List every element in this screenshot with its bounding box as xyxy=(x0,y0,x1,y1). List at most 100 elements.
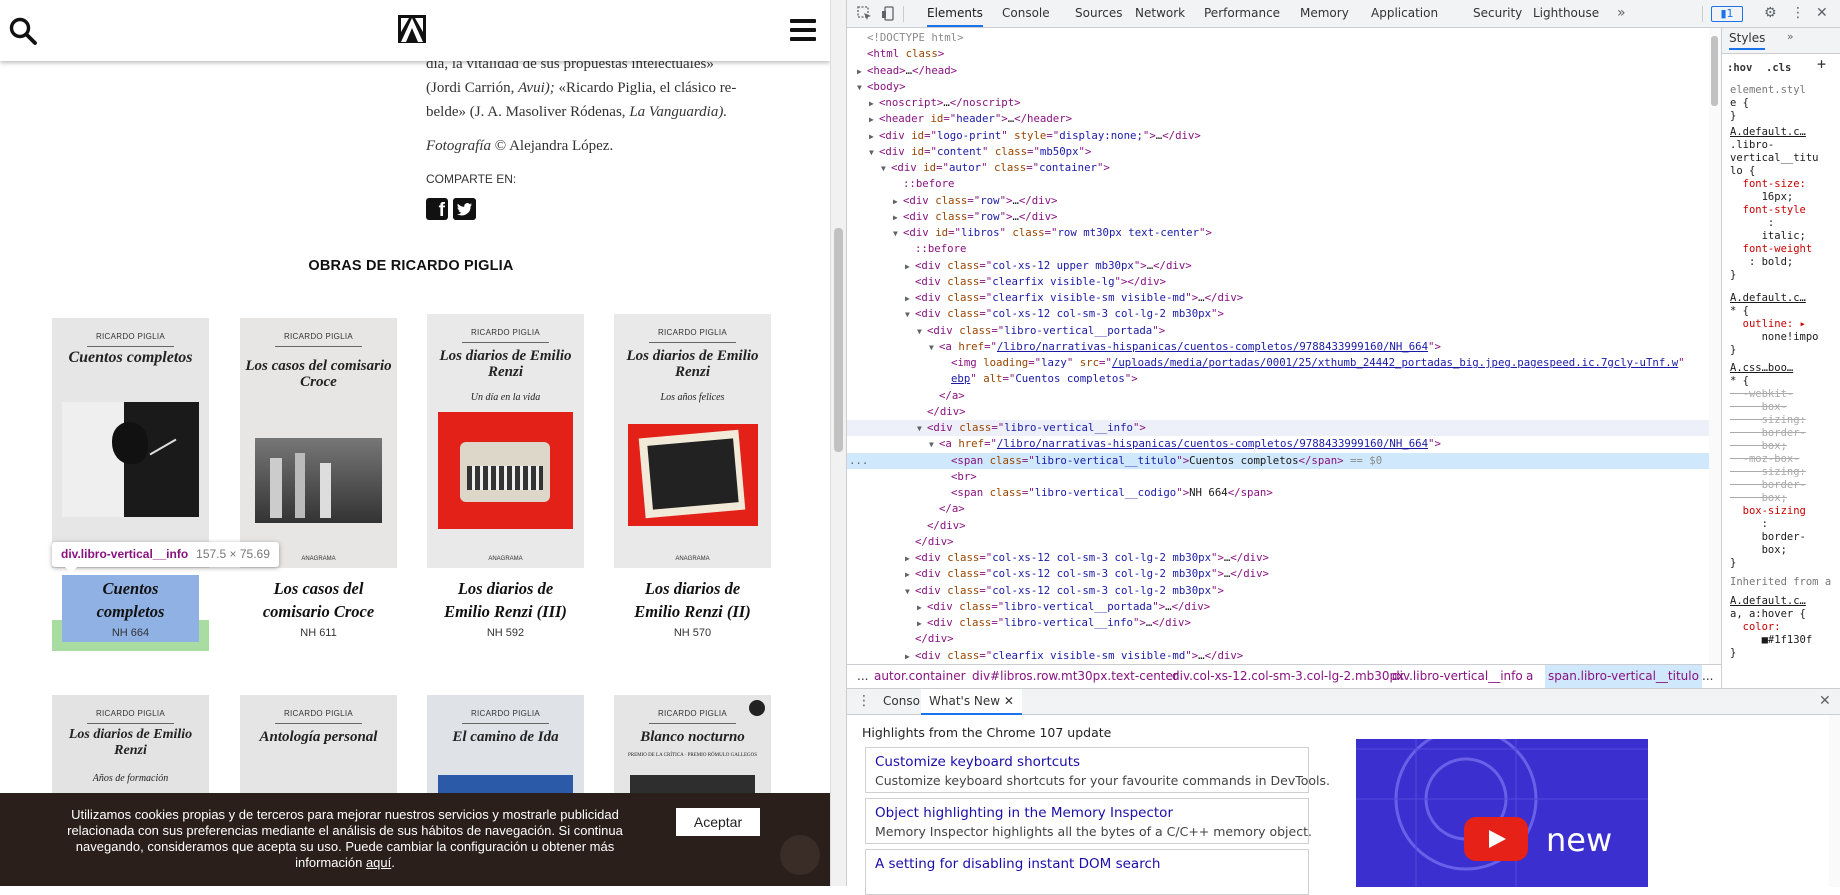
dom-node-row[interactable]: ▶ <div class="clearfix visible-sm visible… xyxy=(847,648,1709,664)
dom-node-row[interactable]: </a> xyxy=(847,501,1709,517)
whats-new-video-thumbnail[interactable]: new xyxy=(1356,739,1648,887)
tab-styles[interactable]: Styles xyxy=(1729,32,1766,50)
breadcrumb-item[interactable]: div.libro-vertical__info xyxy=(1392,665,1523,688)
dom-node-row[interactable]: ▼ <div class="libro-vertical__info"> xyxy=(847,420,1709,436)
dom-node-row[interactable]: ▶ <head>…</head> xyxy=(847,63,1709,79)
close-drawer-icon[interactable]: ✕ xyxy=(1819,689,1831,714)
issues-badge[interactable]: ▮1 xyxy=(1711,6,1743,22)
breadcrumb-item[interactable]: autor.container xyxy=(874,665,966,688)
breadcrumb-item[interactable]: div#libros.row.mt30px.text-center xyxy=(972,665,1178,688)
dom-node-row[interactable]: <!DOCTYPE html> xyxy=(847,30,1709,46)
book-title[interactable]: Cuentos completos xyxy=(52,577,209,623)
search-icon[interactable] xyxy=(8,16,38,46)
style-rule-line: : bold; xyxy=(1730,256,1794,268)
tab-memory[interactable]: Memory xyxy=(1300,0,1349,27)
dom-node-row[interactable]: ▶ <div class="col-xs-12 upper mb30px">…</… xyxy=(847,258,1709,274)
dom-node-row[interactable]: <div class="clearfix visible-lg"></div> xyxy=(847,274,1709,290)
hamburger-menu-icon[interactable] xyxy=(790,19,816,41)
drawer-menu-icon[interactable]: ⋮ xyxy=(857,689,871,714)
device-toolbar-icon[interactable] xyxy=(881,6,896,21)
breadcrumb-item[interactable]: div.col-xs-12.col-sm-3.col-lg-2.mb30px xyxy=(1172,665,1404,688)
dom-node-row[interactable]: ▼ <div id="autor" class="container"> xyxy=(847,160,1709,176)
add-rule-icon[interactable]: + xyxy=(1817,57,1826,72)
tab-network[interactable]: Network xyxy=(1135,0,1185,27)
dom-node-row[interactable]: ▶ <header id="header">…</header> xyxy=(847,111,1709,127)
style-rule-line: * { xyxy=(1730,305,1749,317)
dom-node-row[interactable]: <span class="libro-vertical__codigo">NH … xyxy=(847,485,1709,501)
drawer-scrollbar[interactable] xyxy=(1829,715,1840,887)
book-title[interactable]: Los diarios de Emilio Renzi (III) xyxy=(427,577,584,623)
dom-node-row[interactable]: ▶ <div class="libro-vertical__portada">…<… xyxy=(847,599,1709,615)
tab-sources[interactable]: Sources xyxy=(1075,0,1122,27)
dom-node-row[interactable]: ▶ <div class="clearfix visible-sm visible… xyxy=(847,290,1709,306)
whats-new-card[interactable]: Customize keyboard shortcuts Customize ke… xyxy=(865,747,1330,793)
dom-node-row[interactable]: ▶ <div class="row">…</div> xyxy=(847,193,1709,209)
dom-node-row[interactable]: </div> xyxy=(847,518,1709,534)
tab-application[interactable]: Application xyxy=(1371,0,1438,27)
dom-node-row[interactable]: ▼ <div class="col-xs-12 col-sm-3 col-lg-2… xyxy=(847,306,1709,322)
more-tabs-icon[interactable]: » xyxy=(1617,0,1626,27)
kebab-menu-icon[interactable]: ⋮ xyxy=(1791,0,1805,27)
dom-node-row[interactable]: ▼ <a href="/libro/narrativas-hispanicas/c… xyxy=(847,436,1709,452)
dom-node-row[interactable]: ▼ <a href="/libro/narrativas-hispanicas/c… xyxy=(847,339,1709,355)
dom-node-row[interactable]: ▼ <div class="libro-vertical__portada"> xyxy=(847,323,1709,339)
book-title[interactable]: Los diarios de Emilio Renzi (II) xyxy=(614,577,771,623)
tab-lighthouse[interactable]: Lighthouse xyxy=(1533,0,1599,27)
dom-node-row[interactable]: ::before xyxy=(847,241,1709,257)
accept-cookies-button[interactable]: Aceptar xyxy=(676,808,760,836)
book-code: NH 570 xyxy=(673,627,712,639)
settings-gear-icon[interactable]: ⚙ xyxy=(1764,0,1777,27)
dom-node-row[interactable]: </div> xyxy=(847,631,1709,647)
dom-node-row[interactable]: <img loading="lazy" src="/uploads/media/… xyxy=(847,355,1709,371)
dom-node-row[interactable]: </div> xyxy=(847,534,1709,550)
tab-performance[interactable]: Performance xyxy=(1204,0,1280,27)
dom-node-row[interactable]: ▶ <div class="libro-vertical__info">…</di… xyxy=(847,615,1709,631)
dom-node-row[interactable]: ▶ <noscript>…</noscript> xyxy=(847,95,1709,111)
drawer-tab-whats-new[interactable]: What's New ✕ xyxy=(921,689,1022,715)
book-cover[interactable]: RICARDO PIGLIA Cuentos completos ▲ ANAGR… xyxy=(52,318,209,568)
dom-node-row[interactable]: </div> xyxy=(847,404,1709,420)
close-devtools-icon[interactable]: ✕ xyxy=(1816,0,1828,27)
scroll-top-icon[interactable] xyxy=(780,835,820,875)
tab-console[interactable]: Console xyxy=(1002,0,1050,27)
youtube-play-icon[interactable] xyxy=(1464,817,1528,861)
whats-new-card[interactable]: A setting for disabling instant DOM sear… xyxy=(865,849,1309,895)
cookie-info-link[interactable]: aquí xyxy=(366,855,391,870)
dom-node-row[interactable]: ::before xyxy=(847,176,1709,192)
dom-node-row[interactable]: ▶ <div class="row">…</div> xyxy=(847,209,1709,225)
breadcrumb-overflow[interactable]: ... xyxy=(1702,665,1713,688)
dom-node-row[interactable]: </a> xyxy=(847,388,1709,404)
anagrama-logo-icon[interactable] xyxy=(397,14,427,44)
site-header xyxy=(0,0,830,61)
dom-node-row[interactable]: ▶ <div class="col-xs-12 col-sm-3 col-lg-2… xyxy=(847,566,1709,582)
tab-elements[interactable]: Elements xyxy=(927,0,983,27)
tab-security[interactable]: Security xyxy=(1473,0,1522,27)
dom-node-row[interactable]: ▼ <div id="libros" class="row mt30px text… xyxy=(847,225,1709,241)
dom-node-row[interactable]: ▶ <div id="logo-print" style="display:non… xyxy=(847,128,1709,144)
dom-node-row[interactable]: ▼ <body> xyxy=(847,79,1709,95)
book-title[interactable]: Los casos del comisario Croce xyxy=(240,577,397,623)
inspect-element-icon[interactable] xyxy=(857,6,872,21)
book-cover[interactable]: RICARDO PIGLIA Los casos del comisario C… xyxy=(240,318,397,568)
book-cover[interactable]: RICARDO PIGLIA Los diarios de Emilio Ren… xyxy=(427,314,584,568)
dom-node-row[interactable]: ▼ <div id="content" class="mb50px"> xyxy=(847,144,1709,160)
dom-node-row[interactable]: ▼ <div class="col-xs-12 col-sm-3 col-lg-2… xyxy=(847,583,1709,599)
breadcrumb-item-active[interactable]: span.libro-vertical__titulo xyxy=(1545,665,1702,688)
dom-node-row[interactable]: <html class> xyxy=(847,46,1709,62)
elements-scrollbar[interactable] xyxy=(1709,28,1721,664)
cls-toggle[interactable]: .cls xyxy=(1766,62,1791,75)
facebook-icon[interactable]: f xyxy=(426,198,448,220)
dom-node-row[interactable]: <br> xyxy=(847,469,1709,485)
more-panes-icon[interactable]: » xyxy=(1787,31,1793,44)
breadcrumb-overflow[interactable]: ... xyxy=(857,665,868,688)
twitter-icon[interactable] xyxy=(453,198,476,220)
breadcrumb: ... autor.container div#libros.row.mt30p… xyxy=(847,664,1721,688)
dom-node-row[interactable]: <span class="libro-vertical__titulo">Cue… xyxy=(847,452,1709,469)
dom-node-row[interactable]: ▶ <div class="col-xs-12 col-sm-3 col-lg-2… xyxy=(847,550,1709,566)
book-cover[interactable]: RICARDO PIGLIA Los diarios de Emilio Ren… xyxy=(614,314,771,568)
dom-node-row[interactable]: ebp" alt="Cuentos completos"> xyxy=(847,371,1709,387)
hov-toggle[interactable]: :hov xyxy=(1727,62,1752,75)
page-scrollbar[interactable] xyxy=(830,0,846,886)
breadcrumb-item[interactable]: a xyxy=(1526,665,1533,688)
whats-new-card[interactable]: Object highlighting in the Memory Inspec… xyxy=(865,798,1312,844)
